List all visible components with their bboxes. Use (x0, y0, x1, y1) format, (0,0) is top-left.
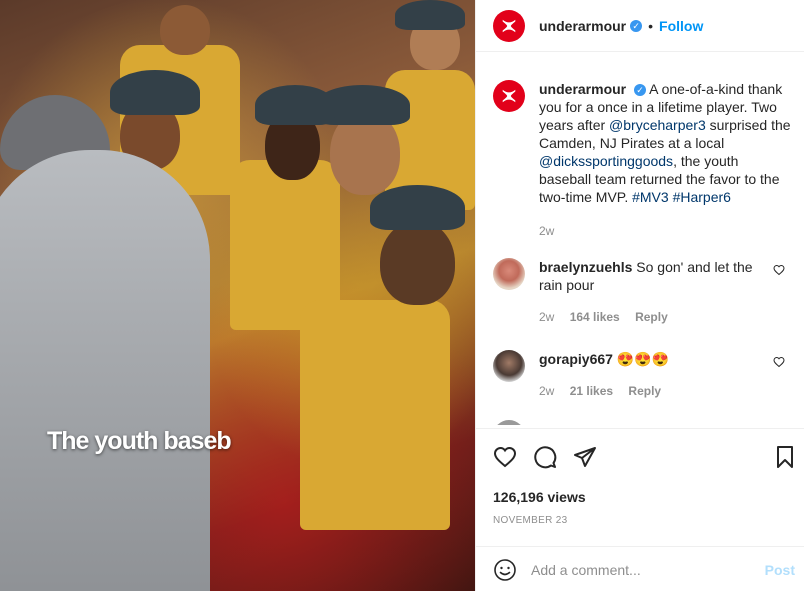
comment-likes[interactable]: 164 likes (570, 310, 620, 324)
post-comment-button[interactable]: Post (765, 562, 795, 578)
profile-avatar[interactable] (493, 9, 525, 42)
instagram-post: The youth baseb underarmour ✓ • Follow u… (0, 0, 804, 591)
heart-icon[interactable] (493, 445, 517, 469)
reply-button[interactable]: Reply (635, 310, 668, 324)
comment-body: gorapiy667 😍😍😍 2w 21 likes Reply (539, 350, 769, 400)
caption-meta: 2w (539, 222, 793, 240)
caption-age: 2w (539, 224, 555, 238)
video-caption-overlay: The youth baseb (47, 427, 232, 455)
bookmark-icon[interactable] (773, 445, 797, 469)
comment-username[interactable]: braelynzuehls (539, 259, 632, 275)
comment-row: braelynzuehls So gon' and let the rain p… (493, 258, 793, 326)
comment-body: braelynzuehls So gon' and let the rain p… (539, 258, 769, 326)
comment-input[interactable] (531, 561, 751, 578)
comment-age: 2w (539, 384, 555, 398)
commenter-avatar[interactable] (493, 420, 525, 425)
post-date: NOVEMBER 23 (493, 515, 568, 526)
comment-form: Post (476, 546, 804, 591)
commenter-avatar[interactable] (493, 350, 525, 382)
comment-row: gorapiy667 😍😍😍 2w 21 likes Reply (493, 350, 793, 400)
caption-username[interactable]: underarmour (539, 81, 626, 97)
kid-cap (395, 0, 465, 30)
share-icon[interactable] (573, 445, 597, 469)
emoji-icon[interactable] (493, 558, 517, 582)
hashtag-link[interactable]: #Harper6 (673, 189, 731, 205)
kid-cap (370, 185, 465, 230)
comment-meta: 2w 21 likes Reply (539, 382, 769, 400)
under-armour-logo-icon (502, 19, 516, 32)
kid-cap (255, 85, 335, 125)
comments-list[interactable]: underarmour ✓ A one-of-a-kind thank you … (476, 53, 804, 425)
comment-text: 😍😍😍 (616, 351, 670, 367)
comment-age: 2w (539, 310, 555, 324)
comment-row-partial (493, 420, 793, 425)
verified-icon: ✓ (634, 84, 647, 97)
caption-avatar[interactable] (493, 80, 525, 112)
kid-cap (110, 70, 200, 115)
follow-button[interactable]: Follow (659, 18, 703, 34)
reply-button[interactable]: Reply (628, 384, 661, 398)
video-player[interactable]: The youth baseb (0, 0, 475, 591)
hashtag-link[interactable]: #MV3 (632, 189, 669, 205)
kid-face (160, 5, 210, 55)
view-count[interactable]: 126,196 views (493, 489, 586, 505)
separator-dot: • (648, 17, 654, 34)
kid-jersey (300, 300, 450, 530)
comment-meta: 2w 164 likes Reply (539, 308, 769, 326)
man-back (0, 150, 210, 591)
post-actions: 126,196 views NOVEMBER 23 Post (476, 428, 804, 591)
caption-row: underarmour ✓ A one-of-a-kind thank you … (493, 80, 793, 240)
mention-link[interactable]: @bryceharper3 (609, 117, 706, 133)
under-armour-logo-icon (502, 89, 516, 103)
action-icons (493, 445, 597, 469)
header-username[interactable]: underarmour (539, 18, 626, 34)
comment-likes[interactable]: 21 likes (570, 384, 613, 398)
post-sidebar: underarmour ✓ • Follow underarmour ✓ A o… (475, 0, 804, 591)
comment-username[interactable]: gorapiy667 (539, 351, 613, 367)
comment-icon[interactable] (533, 445, 557, 469)
kid-face (380, 220, 455, 305)
post-header: underarmour ✓ • Follow (476, 0, 804, 52)
comment-like-heart-icon[interactable] (773, 264, 785, 276)
verified-icon: ✓ (630, 19, 643, 32)
mention-link[interactable]: @dickssportinggoods (539, 153, 673, 169)
caption-body: underarmour ✓ A one-of-a-kind thank you … (539, 80, 793, 240)
commenter-avatar[interactable] (493, 258, 525, 290)
comment-like-heart-icon[interactable] (773, 356, 785, 368)
